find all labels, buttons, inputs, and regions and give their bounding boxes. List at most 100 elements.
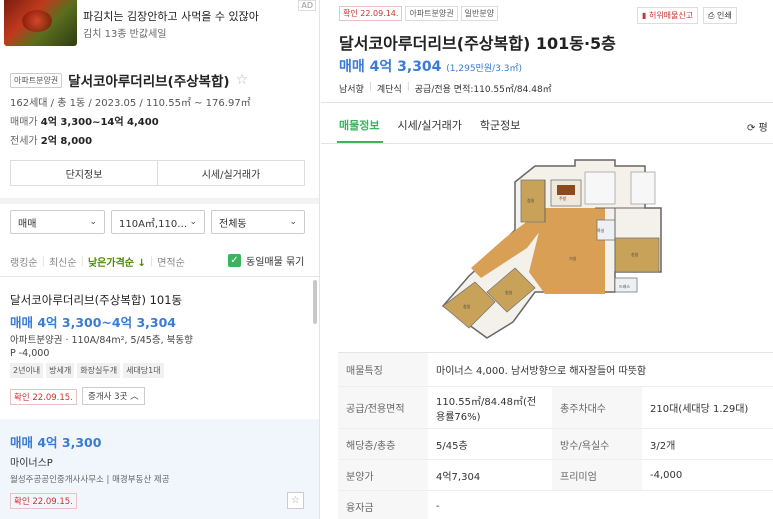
detail-tabs: 매물정보 시세/실거래가 학군정보 (339, 117, 520, 133)
row-value: 3/2개 (642, 428, 773, 460)
row-key: 분양가 (338, 459, 428, 491)
tab-listing-info[interactable]: 매물정보 (339, 117, 379, 133)
area-value: 110A㎡,110… (119, 218, 188, 230)
complex-rent-price: 전세가 2억 8,000 (10, 132, 92, 147)
listing-price: 매매 4억 3,300~4억 3,304 (10, 315, 177, 330)
siren-icon: ▮ (642, 11, 647, 20)
favorite-star-icon[interactable]: ☆ (236, 72, 249, 88)
trade-type-select[interactable]: 매매 ⌄ (10, 210, 105, 234)
sale-price-value: 4억 3,300~14억 4,400 (40, 117, 159, 128)
report-button[interactable]: ▮ 허위매물신고 (637, 7, 699, 24)
complex-info-button[interactable]: 단지정보 (11, 161, 158, 185)
svg-text:욕실: 욕실 (597, 227, 605, 233)
listing-agent: 월성주공공인중개사사무소 | 매경부동산 제공 (10, 475, 170, 485)
sale-price-label: 매매가 (10, 117, 38, 128)
sort-ranking[interactable]: 랭킹순 (10, 254, 38, 269)
ad-image[interactable] (4, 0, 77, 46)
ad-subtitle[interactable]: 김치 13종 반값세일 (83, 25, 166, 40)
sort-low-price[interactable]: 낮은가격순 ↓ (88, 254, 146, 269)
favorite-star-icon[interactable]: ☆ (287, 492, 304, 509)
listing-tag: 2년이내 (10, 363, 44, 378)
row-key: 방수/욕실수 (552, 428, 642, 460)
table-row: 공급/전용면적 110.55㎡/84.48㎡(전용률76%) 총주차대수 210… (338, 386, 773, 429)
rent-price-label: 전세가 (10, 136, 38, 147)
listing-item[interactable]: 달서코아루더리브(주상복합) 101동 매매 4억 3,300~4억 3,304… (0, 277, 319, 419)
row-value: 마이너스 4,000. 남서방향으로 해자잘들어 따뜻함 (428, 352, 773, 387)
dong-select[interactable]: 전체동 ⌄ (211, 210, 305, 234)
sort-options: 랭킹순 | 최신순 | 낮은가격순 ↓ | 면적순 (10, 254, 185, 269)
ad-banner[interactable]: 파김치는 김장안하고 사먹을 수 있잖아 김치 13종 반값세일 AD (0, 0, 319, 48)
svg-text:드레스: 드레스 (619, 283, 630, 289)
table-row: 매물특징 마이너스 4,000. 남서방향으로 해자잘들어 따뜻함 (338, 352, 773, 387)
same-listing-toggle[interactable]: ✓ 동일매물 묶기 (228, 253, 304, 268)
floor-plan-image[interactable]: 침실 주방 거실 침실 욕실 드레스 침실 침실 (435, 152, 669, 342)
ad-title[interactable]: 파김치는 김장안하고 사먹을 수 있잖아 (83, 8, 259, 24)
complex-info: 162세대 / 총 1동 / 2023.05 / 110.55㎡ ~ 176.9… (10, 98, 251, 109)
chevron-down-icon: ⌄ (89, 217, 97, 227)
svg-text:주방: 주방 (559, 195, 567, 201)
svg-text:침실: 침실 (463, 303, 471, 309)
row-key: 프리미엄 (552, 459, 642, 491)
listing-premium: P -4,000 (10, 348, 50, 359)
row-value: - (428, 490, 773, 519)
price-per-area: (1,295만원/3.3㎡) (446, 64, 522, 74)
rent-price-value: 2억 8,000 (40, 136, 93, 147)
detail-panel: 확인 22.09.14. 아파트분양권 일반분양 ▮ 허위매물신고 ⎙ 인쇄 달… (321, 0, 773, 519)
tab-school-info[interactable]: 학군정보 (480, 117, 520, 133)
print-icon: ⎙ (708, 11, 715, 20)
confirm-date-badge: 확인 22.09.15. (10, 389, 77, 405)
detail-price: 매매 4억 3,304 (1,295만원/3.3㎡) (339, 59, 522, 75)
complex-button-row: 단지정보 시세/실거래가 (10, 160, 305, 186)
table-row: 해당층/총층 5/45층 방수/욕실수 3/2개 (338, 428, 773, 460)
detail-subinfo: 남서향 | 계단식 | 공급/전용 면적:110.55㎡/84.48㎡ (339, 82, 552, 95)
sort-area[interactable]: 면적순 (157, 254, 185, 269)
detail-tag: 아파트분양권 (405, 6, 458, 21)
row-value: 210대(세대당 1.29대) (642, 386, 773, 429)
chevron-down-icon: ⌄ (189, 217, 197, 227)
row-value: 4억7,304 (428, 459, 552, 491)
listing-tag: 방세개 (46, 363, 75, 378)
row-key: 해당층/총층 (338, 428, 428, 460)
area-unit-toggle[interactable]: ⟳ 평 (747, 119, 768, 134)
listing-tag: 세대당1대 (123, 363, 164, 378)
listing-panel: 파김치는 김장안하고 사먹을 수 있잖아 김치 13종 반값세일 AD 아파트분… (0, 0, 320, 519)
app-root: 파김치는 김장안하고 사먹을 수 있잖아 김치 13종 반값세일 AD 아파트분… (0, 0, 773, 519)
sort-latest[interactable]: 최신순 (49, 254, 77, 269)
section-divider (0, 198, 319, 204)
trade-type-value: 매매 (18, 218, 37, 230)
table-row: 융자금 - (338, 490, 773, 519)
divider (321, 143, 773, 144)
listing-price: 매매 4억 3,300 (10, 435, 102, 450)
complex-header: 아파트분양권 달서코아루더리브(주상복합) ☆ (10, 70, 248, 90)
row-value: -4,000 (642, 459, 773, 491)
detail-tags: 확인 22.09.14. 아파트분양권 일반분양 (339, 6, 499, 21)
listing-title: 달서코아루더리브(주상복합) 101동 (10, 293, 183, 307)
complex-price-button[interactable]: 시세/실거래가 (158, 161, 304, 185)
complex-sale-price: 매매가 4억 3,300~14억 4,400 (10, 113, 159, 128)
tab-price-history[interactable]: 시세/실거래가 (397, 117, 461, 133)
chevron-down-icon: ⌄ (289, 217, 297, 227)
row-key: 총주차대수 (552, 386, 642, 429)
svg-text:침실: 침실 (527, 197, 535, 203)
detail-title: 달서코아루더리브(주상복합) 101동·5층 (339, 34, 616, 53)
row-value: 5/45층 (428, 428, 552, 460)
dong-value: 전체동 (219, 218, 247, 230)
listing-item-selected[interactable]: 매매 4억 3,300 마이너스P 월성주공공인중개사사무소 | 매경부동산 제… (0, 419, 319, 519)
table-row: 분양가 4억7,304 프리미엄 -4,000 (338, 459, 773, 491)
confirm-date-badge: 확인 22.09.14. (339, 6, 403, 21)
listing-info-table: 매물특징 마이너스 4,000. 남서방향으로 해자잘들어 따뜻함 공급/전용면… (338, 352, 773, 519)
checkbox-checked-icon[interactable]: ✓ (228, 254, 241, 267)
listing-tag: 화장실두개 (77, 363, 121, 378)
detail-tag: 일반분양 (460, 6, 499, 21)
listing-info: 아파트분양권 · 110A/84m², 5/45층, 북동향 (10, 335, 193, 346)
svg-text:거실: 거실 (569, 255, 577, 261)
divider (321, 102, 773, 103)
print-button[interactable]: ⎙ 인쇄 (703, 7, 737, 24)
scrollbar-thumb[interactable] (313, 280, 317, 324)
svg-text:침실: 침실 (505, 289, 513, 295)
same-listing-label: 동일매물 묶기 (246, 257, 305, 268)
area-select[interactable]: 110A㎡,110… ⌄ (111, 210, 205, 234)
agents-toggle-button[interactable]: 중개사 3곳 ︿ (82, 387, 145, 405)
row-key: 융자금 (338, 490, 428, 519)
row-key: 공급/전용면적 (338, 386, 428, 429)
